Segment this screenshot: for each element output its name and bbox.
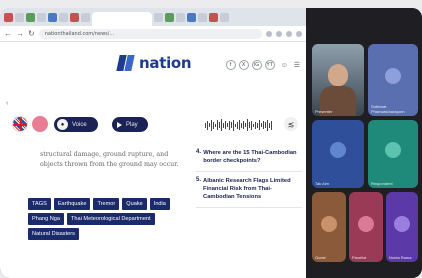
voice-label: Voice [72, 121, 87, 128]
site-logo[interactable]: nation [116, 54, 192, 72]
avatar-icon [330, 142, 346, 158]
tag-natural-disasters[interactable]: Natural Disasters [28, 228, 79, 240]
user-icon[interactable]: ☺ [281, 62, 288, 69]
shared-browser: ← → ↻ nationthailand.com/news/... nation… [0, 8, 306, 278]
browser-tab-active[interactable] [92, 12, 152, 26]
participant-name: Guest [315, 255, 326, 260]
share-icon[interactable]: ≲ [284, 117, 298, 131]
url-input[interactable]: nationthailand.com/news/... [38, 28, 262, 39]
list-item-title[interactable]: Albanic Research Flags Limited Financial… [203, 177, 302, 201]
list-item-number: 5. [196, 177, 202, 183]
tag-label: TAGS [28, 198, 51, 210]
audio-waveform [205, 118, 275, 132]
article-excerpt: structural damage, ground rupture, and o… [40, 151, 179, 168]
browser-tab[interactable] [81, 12, 90, 22]
language-toggle[interactable] [32, 116, 48, 132]
screen-frame: ← → ↻ nationthailand.com/news/... nation… [0, 0, 422, 278]
extension-icon[interactable] [266, 30, 272, 37]
facebook-icon[interactable]: f [225, 60, 236, 70]
participant-tile[interactable]: Presenter [312, 44, 364, 116]
browser-tab[interactable] [220, 12, 229, 22]
participant-tile[interactable]: Respondent [368, 120, 418, 188]
extension-icon[interactable] [286, 30, 292, 37]
participant-tile[interactable]: Suthiwat Phanwatcharaporn [368, 44, 418, 116]
browser-tab-strip [0, 8, 306, 26]
profile-icon[interactable] [296, 30, 302, 37]
play-icon [117, 121, 122, 128]
social-links: f X IG YT ☺ ☰ [225, 60, 300, 70]
tag-tmd[interactable]: Thai Meteorological Department [67, 213, 155, 225]
voice-select-button[interactable]: ● Voice [54, 117, 98, 132]
participant-name: Presenter [315, 109, 333, 114]
logo-text: nation [139, 54, 192, 72]
extension-icon[interactable] [276, 30, 282, 37]
tag-earthquake[interactable]: Earthquake [53, 198, 91, 210]
participant-tile[interactable]: Nonta Rama [386, 192, 418, 262]
list-item[interactable]: 5. Albanic Research Flags Limited Financ… [196, 172, 302, 208]
voice-avatar-icon: ● [57, 119, 68, 130]
participant-tile[interactable]: Guest [312, 192, 346, 262]
address-bar: ← → ↻ nationthailand.com/news/... [0, 26, 306, 42]
avatar-icon [394, 216, 410, 232]
chevron-left-icon[interactable]: ‹ [6, 100, 14, 108]
avatar-icon [385, 68, 401, 84]
participant-name: Respondent [371, 181, 393, 186]
participant-tile[interactable]: Panelist [349, 192, 383, 262]
list-item[interactable]: 4. Where are the 15 Thai-Cambodian borde… [196, 144, 302, 172]
tag-phang-nga[interactable]: Phang Nga [28, 213, 64, 225]
avatar-icon [385, 142, 401, 158]
tag-tremor[interactable]: Tremor [93, 198, 120, 210]
browser-tab[interactable] [15, 12, 24, 22]
browser-tab[interactable] [209, 12, 218, 22]
browser-tab[interactable] [187, 12, 196, 22]
instagram-icon[interactable]: IG [251, 60, 262, 70]
avatar-icon [321, 216, 337, 232]
browser-tab[interactable] [154, 12, 163, 22]
youtube-icon[interactable]: YT [264, 60, 275, 70]
related-news-list: 4. Where are the 15 Thai-Cambodian borde… [196, 144, 302, 208]
browser-tab[interactable] [37, 12, 46, 22]
participant-name: Panelist [352, 255, 367, 260]
nation-logo-icon [116, 55, 136, 71]
play-button[interactable]: Play [112, 117, 148, 132]
participant-tile[interactable]: Tak Aim [312, 120, 364, 188]
browser-tab[interactable] [70, 12, 79, 22]
tag-india[interactable]: India [149, 198, 170, 210]
participant-video [328, 64, 348, 86]
uk-flag-icon[interactable] [12, 116, 28, 132]
tag-list: TAGS Earthquake Tremor Quake India Phang… [28, 198, 178, 240]
tag-quake[interactable]: Quake [122, 198, 147, 210]
play-label: Play [126, 121, 138, 128]
browser-tab[interactable] [48, 12, 57, 22]
reload-icon[interactable]: ↻ [28, 29, 35, 38]
browser-tab[interactable] [198, 12, 207, 22]
browser-tab[interactable] [59, 12, 68, 22]
browser-tab[interactable] [165, 12, 174, 22]
x-icon[interactable]: X [238, 60, 249, 70]
participant-name: Suthiwat Phanwatcharaporn [371, 104, 405, 114]
browser-tab[interactable] [4, 12, 13, 22]
participant-grid: Presenter Suthiwat Phanwatcharaporn Tak … [306, 8, 422, 278]
participant-name: Tak Aim [315, 181, 330, 186]
forward-icon[interactable]: → [16, 29, 24, 38]
menu-icon[interactable]: ☰ [294, 61, 300, 69]
avatar-icon [358, 216, 374, 232]
participant-name: Nonta Rama [389, 255, 412, 260]
back-icon[interactable]: ← [4, 29, 12, 38]
browser-tab[interactable] [26, 12, 35, 22]
list-item-number: 4. [196, 149, 202, 155]
meeting-window: ← → ↻ nationthailand.com/news/... nation… [0, 8, 422, 278]
browser-tab[interactable] [176, 12, 185, 22]
list-item-title[interactable]: Where are the 15 Thai-Cambodian border c… [203, 149, 302, 165]
